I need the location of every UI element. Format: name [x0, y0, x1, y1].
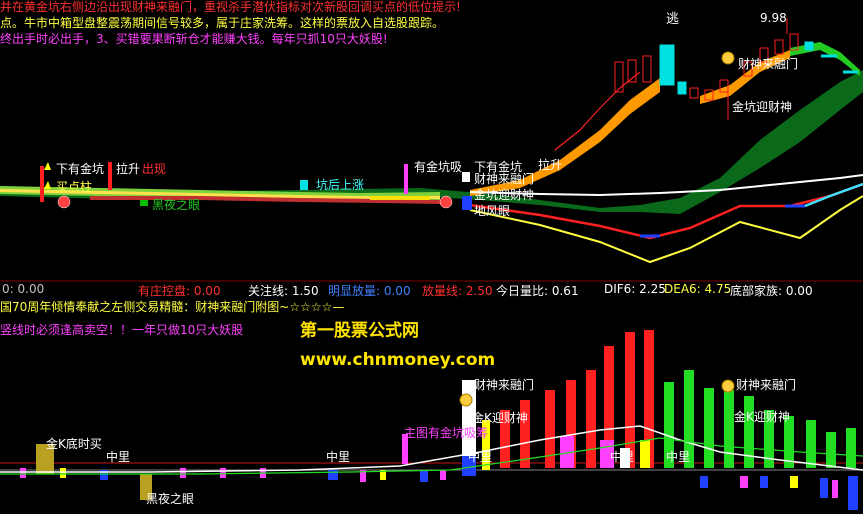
zhongli-label-5: 中里 [666, 450, 691, 464]
indicator-dea: DEA6: 4.75 [664, 282, 732, 296]
jinkeng-top-label: 金坑迎财神 [732, 100, 793, 114]
indicator-fangliang: 放量线: 2.50 [422, 284, 493, 298]
you-jinkeng-label: 有金坑吸 [414, 160, 463, 174]
caishen-label-1: 财神来融门 [474, 378, 535, 392]
note-line-2: 点。牛市中箱型盘整震荡期间信号较多，属于庄家洗筹。这样的票放入自选股跟踪。 [0, 16, 445, 30]
caishen-label-2: 财神来融门 [736, 378, 797, 392]
lower-note-2: 竖线时必须逢高卖空！！一年只做10只大妖股 [0, 323, 244, 337]
kenghou-label: 坑后上涨 [316, 178, 365, 192]
xia-jinkeng-left-label: 下有金坑 [56, 162, 105, 176]
indicator-dibu: 底部家族: 0.00 [730, 284, 813, 298]
indicator-dif: DIF6: 2.25 [604, 282, 666, 296]
indicator-youzhuang: 有庄控盘: 0.00 [138, 284, 221, 298]
jinK-label-2: 金K迎财神 [734, 410, 790, 424]
indicator-bar: 0: 0.00 有庄控盘: 0.00 关注线: 1.50 明显放量: 0.00 … [0, 281, 863, 298]
caishen-mid-label: 财神来融门 [474, 172, 535, 186]
note-line-3: 终出手时必出手，3、买错要果断斩仓才能赚大钱。每年只抓10只大妖股! [0, 32, 388, 46]
jinK-dishi-label: 金K底时买 [46, 437, 102, 451]
zhongli-label-3: 中里 [468, 450, 493, 464]
zhongli-label-1: 中里 [106, 450, 131, 464]
high-price-label: 9.98 [760, 11, 787, 25]
jinkeng-mid-label: 金坑迎财神 [474, 188, 535, 202]
heiye-label: 黑夜之眼 [146, 492, 195, 506]
jinK-label-1: 金K迎财神 [472, 411, 528, 425]
escape-label: 逃 [666, 12, 680, 27]
zhutu-label: 主图有金坑吸筹 [404, 426, 489, 440]
zhongli-label-4: 中里 [610, 450, 635, 464]
dingtian-label: 地风眼 [474, 204, 511, 218]
watermark-name: 第一股票公式网 [300, 321, 419, 341]
lasheng-left-label: 拉升 [116, 162, 141, 176]
chuxian-left-label: 出现 [142, 162, 167, 176]
heiye-top-label: 黑夜之眼 [152, 198, 201, 212]
indicator-liangbi: 今日量比: 0.61 [496, 284, 579, 298]
lower-note-1: 国70周年倾情奉献之左侧交易精髓：财神来融门附图~☆☆☆☆— [0, 300, 345, 314]
watermark-url: www.chnmoney.com [300, 350, 496, 370]
indicator-0: 0: 0.00 [2, 282, 45, 296]
maidian-label: 买点柱 [56, 180, 93, 194]
indicator-mingxian: 明显放量: 0.00 [328, 284, 411, 298]
note-line-1: 并在黄金坑右侧边沿出现财神来融门，重视杀手潜伏指标对次新股回调买点的低位提示! [0, 0, 461, 14]
zhongli-label-2: 中里 [326, 450, 351, 464]
caishen-top-label: 财神来融门 [738, 57, 799, 71]
indicator-guanzhu: 关注线: 1.50 [248, 284, 319, 298]
stock-chart-window: 并在黄金坑右侧边沿出现财神来融门，重视杀手潜伏指标对次新股回调买点的低位提示! … [0, 0, 863, 514]
lasheng-mid-label: 拉升 [538, 158, 563, 172]
